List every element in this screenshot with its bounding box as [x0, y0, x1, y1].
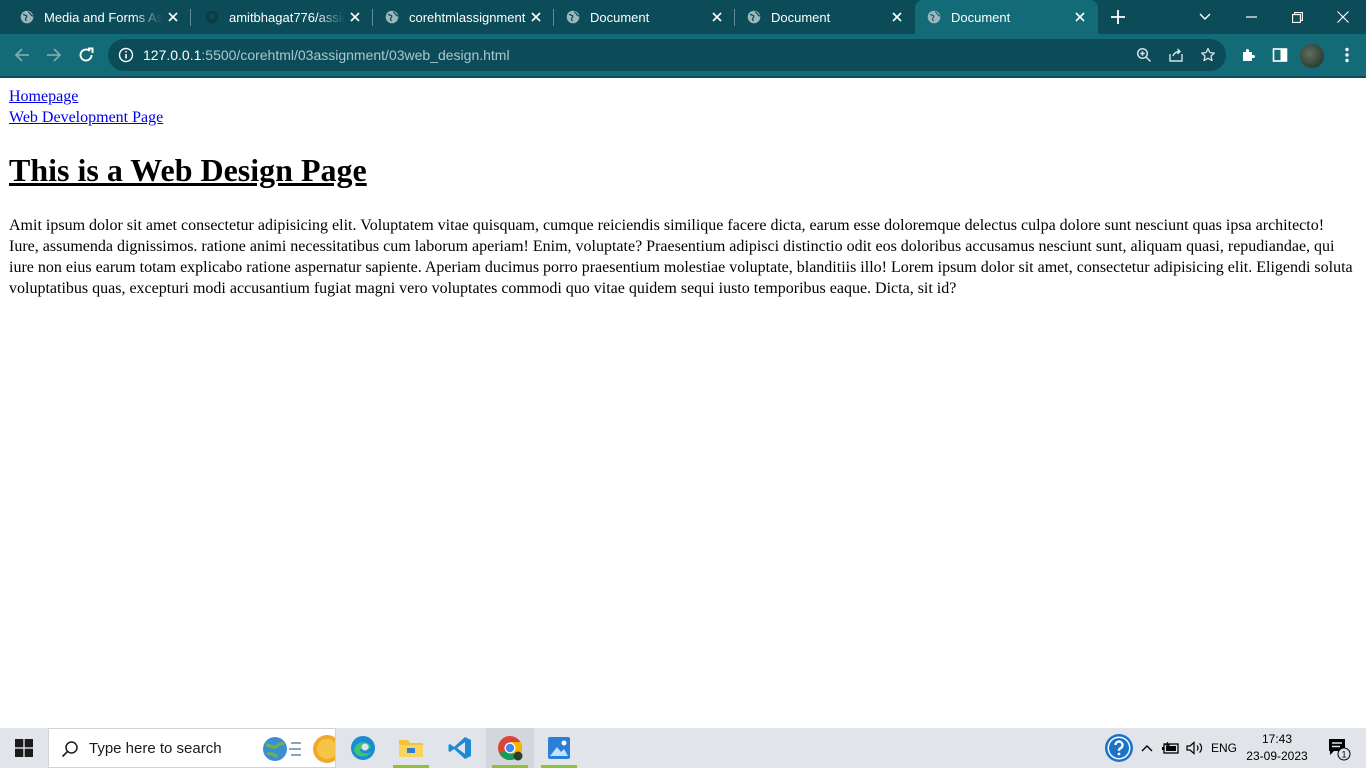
speaker-icon: [1186, 741, 1203, 755]
address-bar[interactable]: 127.0.0.1:5500/corehtml/03assignment/03w…: [108, 39, 1226, 71]
page-heading: This is a Web Design Page: [9, 152, 367, 188]
close-tab-icon[interactable]: [707, 7, 727, 27]
close-tab-icon[interactable]: [163, 7, 183, 27]
file-explorer-icon: [399, 740, 423, 757]
url-host: 127.0.0.1: [143, 47, 202, 63]
edge-taskbar-app[interactable]: [339, 728, 387, 768]
help-question-icon: [1105, 734, 1133, 762]
back-button[interactable]: [9, 42, 35, 68]
chevron-down-icon: [1199, 13, 1211, 20]
show-hidden-icons-button[interactable]: [1138, 728, 1156, 768]
restore-icon: [1291, 11, 1303, 23]
chrome-taskbar-app[interactable]: [486, 728, 534, 768]
browser-tab[interactable]: Media and Forms Assi: [0, 0, 191, 34]
file-explorer-taskbar-app[interactable]: [387, 728, 435, 768]
help-tray-button[interactable]: [1102, 728, 1136, 768]
body-paragraph: Amit ipsum dolor sit amet consectetur ad…: [9, 217, 1353, 297]
arrow-left-icon: [14, 48, 29, 62]
close-window-button[interactable]: [1320, 0, 1366, 34]
browser-tab-active[interactable]: Document: [915, 0, 1098, 34]
tab-title: Document: [771, 9, 831, 25]
language-indicator[interactable]: ENG: [1208, 728, 1240, 768]
web-development-page-link[interactable]: Web Development Page: [9, 107, 163, 128]
github-icon: [205, 10, 219, 24]
browser-tab[interactable]: Document: [554, 0, 735, 34]
globe-icon: [385, 10, 399, 24]
side-panel-icon[interactable]: [1270, 45, 1290, 65]
taskbar-search-box[interactable]: Type here to search: [48, 728, 341, 768]
close-tab-icon[interactable]: [526, 7, 546, 27]
homepage-link[interactable]: Homepage: [9, 86, 78, 107]
globe-icon: [747, 10, 761, 24]
browser-tab[interactable]: amitbhagat776/assign: [191, 0, 373, 34]
extensions-icon[interactable]: [1238, 45, 1258, 65]
system-clock[interactable]: 17:43 23-09-2023: [1243, 731, 1311, 765]
browser-tab-strip: Media and Forms Assi amitbhagat776/assig…: [0, 0, 1366, 34]
clock-date: 23-09-2023: [1246, 749, 1308, 763]
globe-icon: [566, 10, 580, 24]
new-tab-button[interactable]: [1108, 7, 1128, 27]
close-tab-icon[interactable]: [887, 7, 907, 27]
search-placeholder: Type here to search: [89, 740, 222, 757]
chevron-up-icon: [1141, 745, 1153, 752]
minimize-button[interactable]: [1228, 0, 1274, 34]
photos-icon: [548, 737, 570, 759]
start-button[interactable]: [0, 728, 48, 768]
close-tab-icon[interactable]: [1070, 7, 1090, 27]
tab-title: Media and Forms Assi: [44, 9, 163, 25]
tab-search-button[interactable]: [1182, 0, 1228, 34]
close-tab-icon[interactable]: [345, 7, 365, 27]
notification-count: 1: [1341, 750, 1346, 760]
volume-tray-button[interactable]: [1184, 728, 1206, 768]
zoom-icon[interactable]: [1134, 45, 1154, 65]
chrome-icon: [498, 736, 523, 761]
info-icon[interactable]: [118, 47, 134, 63]
language-label: ENG: [1210, 741, 1237, 755]
url-path: :5500/corehtml/03assignment/03web_design…: [201, 47, 510, 63]
forward-button[interactable]: [41, 42, 67, 68]
globe-icon: [20, 10, 34, 24]
plus-icon: [1111, 10, 1125, 24]
menu-kebab-icon[interactable]: [1337, 45, 1357, 65]
browser-tab[interactable]: Document: [735, 0, 915, 34]
photos-taskbar-app[interactable]: [535, 728, 583, 768]
arrow-right-icon: [47, 48, 62, 62]
minimize-icon: [1245, 16, 1257, 18]
tab-title: corehtmlassignment: [409, 9, 526, 25]
tab-title: amitbhagat776/assign: [229, 9, 345, 25]
vscode-icon: [448, 737, 471, 759]
battery-charging-icon: [1162, 742, 1179, 754]
tab-title: Document: [590, 9, 650, 25]
clock-time: 17:43: [1261, 732, 1293, 746]
windows-taskbar: Type here to search ENG 17:43 23-09-2023: [0, 728, 1366, 768]
restore-button[interactable]: [1274, 0, 1320, 34]
reload-icon: [79, 47, 94, 62]
globe-icon: [927, 10, 941, 24]
battery-tray-button[interactable]: [1160, 728, 1182, 768]
weather-widget-icon[interactable]: [261, 733, 341, 765]
web-page-content: Homepage Web Development Page This is a …: [0, 78, 1366, 728]
browser-toolbar: 127.0.0.1:5500/corehtml/03assignment/03w…: [0, 34, 1366, 76]
url-text[interactable]: 127.0.0.1:5500/corehtml/03assignment/03w…: [143, 47, 510, 63]
browser-tab[interactable]: corehtmlassignment: [373, 0, 554, 34]
close-icon: [1337, 11, 1349, 23]
edge-icon: [351, 736, 375, 760]
notification-center-button[interactable]: 1: [1318, 728, 1358, 768]
vscode-taskbar-app[interactable]: [436, 728, 484, 768]
tab-title: Document: [951, 9, 1011, 25]
profile-avatar[interactable]: [1300, 44, 1324, 68]
search-icon: [61, 740, 79, 758]
reload-button[interactable]: [73, 42, 99, 68]
notification-icon: 1: [1329, 739, 1351, 761]
bookmark-star-icon[interactable]: [1198, 45, 1218, 65]
share-icon[interactable]: [1166, 45, 1186, 65]
windows-logo-icon: [15, 739, 33, 757]
